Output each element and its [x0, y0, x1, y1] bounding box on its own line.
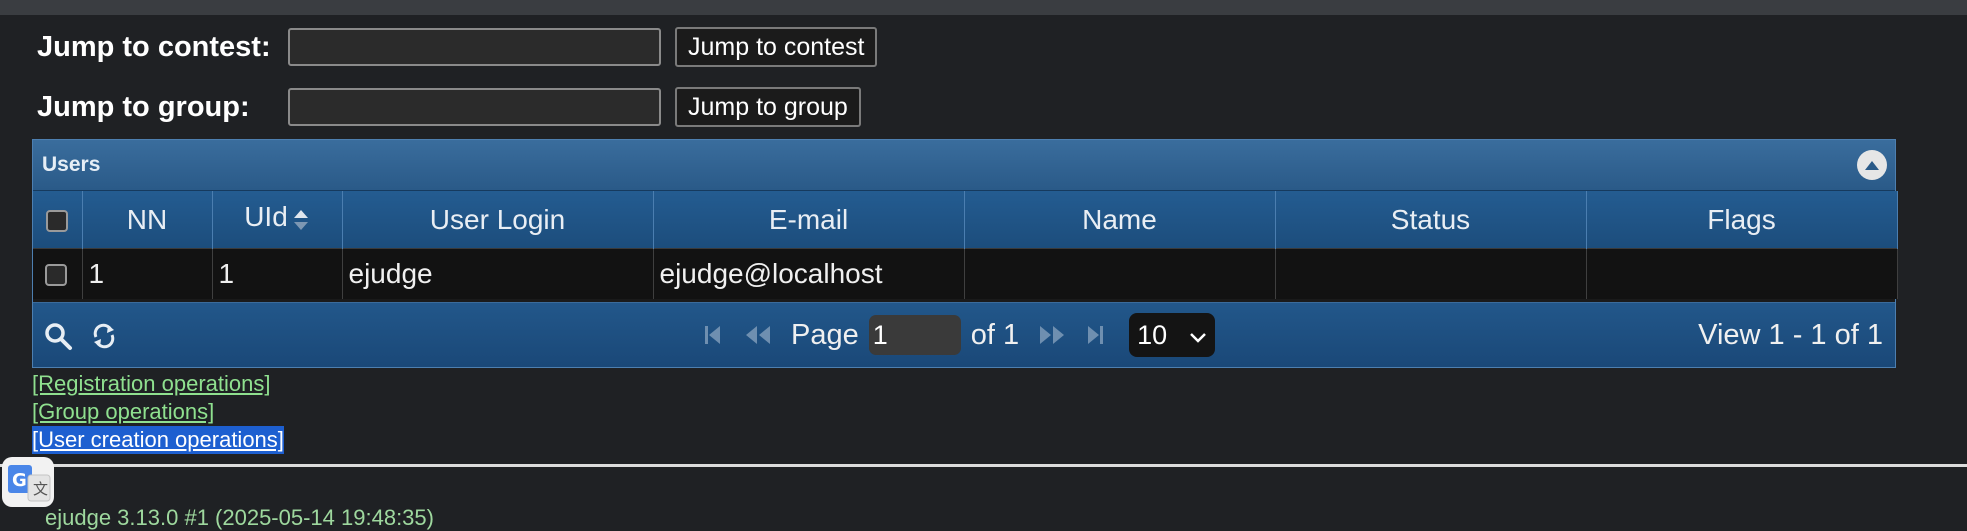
table-header-row: NN UId User Login E-mail Name Status Fla…	[33, 191, 1898, 249]
column-header-user-login[interactable]: User Login	[342, 191, 654, 249]
jump-to-contest-input[interactable]	[288, 28, 661, 66]
sort-icon[interactable]	[292, 207, 310, 239]
column-header-flags[interactable]: Flags	[1586, 191, 1898, 249]
footer-version: ejudge 3.13.0 #1 (2025-05-14 19:48:35)	[45, 505, 434, 530]
grid-title: Users	[42, 153, 101, 176]
cell-user-login: ejudge	[342, 248, 654, 299]
page-number-input[interactable]	[868, 315, 961, 355]
jump-to-contest-label: Jump to contest:	[37, 30, 271, 63]
select-all-checkbox[interactable]	[46, 210, 69, 233]
pager-actions	[43, 321, 119, 356]
jump-to-group-input[interactable]	[288, 88, 661, 126]
grid-pager: Page of 1 10 View 1 - 1 of 1	[33, 302, 1895, 367]
jump-to-contest-row: Jump to contest: Jump to contest	[37, 25, 878, 69]
users-grid: Users NN UId User Login E-mail Name Stat…	[32, 139, 1898, 368]
chevron-down-icon	[1189, 320, 1207, 351]
search-icon[interactable]	[43, 321, 73, 356]
prev-page-icon[interactable]	[743, 324, 773, 346]
users-table: NN UId User Login E-mail Name Status Fla…	[33, 191, 1898, 299]
jump-to-contest-button[interactable]: Jump to contest	[675, 27, 878, 67]
cell-uid: 1	[212, 248, 343, 299]
refresh-icon[interactable]	[89, 321, 119, 356]
jump-to-group-button[interactable]: Jump to group	[675, 87, 861, 127]
cell-email: ejudge@localhost	[653, 248, 965, 299]
svg-text:G: G	[12, 470, 27, 491]
rows-per-page-select[interactable]: 10	[1129, 313, 1216, 357]
svg-text:文: 文	[33, 480, 48, 498]
group-operations-link[interactable]: [Group operations]	[32, 398, 284, 426]
page-label: Page	[791, 318, 859, 351]
column-header-status[interactable]: Status	[1275, 191, 1587, 249]
rows-per-page-value: 10	[1137, 319, 1168, 350]
collapse-icon[interactable]	[1857, 150, 1887, 180]
table-row[interactable]: 1 1 ejudge ejudge@localhost	[33, 248, 1898, 299]
column-header-uid[interactable]: UId	[212, 191, 343, 249]
grid-caption: Users	[33, 140, 1895, 191]
cell-nn: 1	[82, 248, 213, 299]
cell-name	[964, 248, 1276, 299]
pager-navigation: Page of 1 10	[703, 313, 1216, 357]
top-bar	[0, 0, 1967, 15]
first-page-icon[interactable]	[703, 324, 725, 346]
page-of-label: of 1	[970, 318, 1020, 351]
user-creation-operations-link[interactable]: [User creation operations]	[32, 426, 284, 454]
column-header-email[interactable]: E-mail	[653, 191, 965, 249]
select-all-header	[33, 191, 83, 249]
column-header-nn[interactable]: NN	[82, 191, 213, 249]
row-checkbox[interactable]	[45, 264, 67, 287]
registration-operations-link[interactable]: [Registration operations]	[32, 370, 284, 398]
translate-icon[interactable]: G 文	[2, 457, 54, 507]
jump-to-group-row: Jump to group: Jump to group	[37, 85, 861, 129]
operations-links: [Registration operations] [Group operati…	[32, 370, 284, 454]
row-select-cell	[33, 248, 83, 299]
footer-divider	[0, 464, 1967, 467]
cell-flags	[1586, 248, 1898, 299]
last-page-icon[interactable]	[1085, 324, 1107, 346]
cell-status	[1275, 248, 1587, 299]
view-records-text: View 1 - 1 of 1	[1698, 319, 1883, 351]
column-header-name[interactable]: Name	[964, 191, 1276, 249]
next-page-icon[interactable]	[1037, 324, 1067, 346]
jump-to-group-label: Jump to group:	[37, 90, 250, 123]
